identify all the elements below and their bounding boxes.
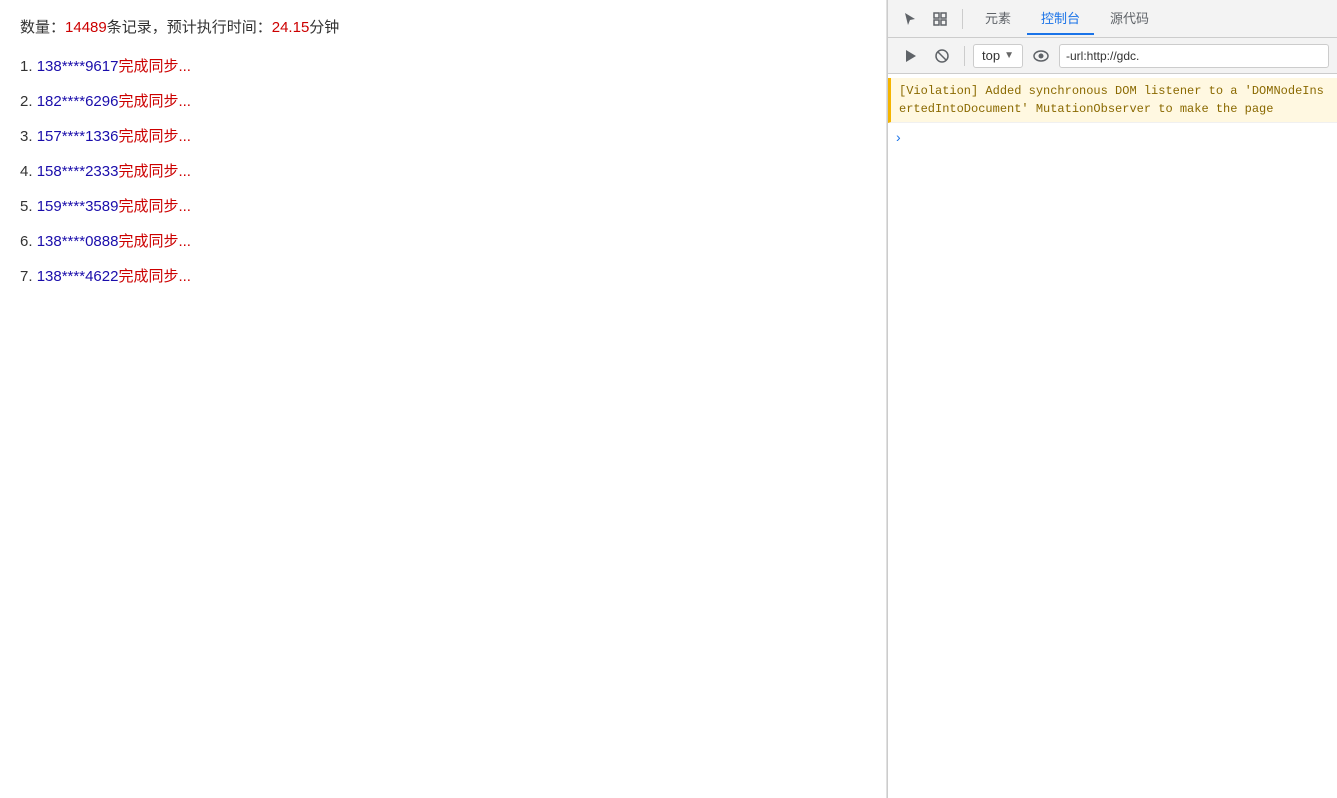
item-number-3: 3. — [20, 128, 37, 145]
stats-count: 14489 — [65, 19, 107, 36]
chevron-down-icon: ▼ — [1004, 50, 1014, 61]
stats-line: 数量：14489条记录，预计执行时间：24.15分钟 — [20, 16, 866, 37]
item-number-2: 2. — [20, 93, 37, 110]
eye-icon[interactable] — [1027, 42, 1055, 70]
item-status-1: 完成同步... — [118, 58, 191, 75]
toolbar-divider-1 — [964, 46, 965, 66]
console-expand-row[interactable]: › — [888, 123, 1337, 151]
sync-list: 1. 138****9617完成同步... 2. 182****6296完成同步… — [20, 55, 866, 286]
devtools-toolbar: top ▼ — [888, 38, 1337, 74]
item-status-2: 完成同步... — [118, 93, 191, 110]
tab-elements[interactable]: 元素 — [971, 2, 1025, 35]
item-number-6: 6. — [20, 233, 37, 250]
item-phone-7: 138****4622 — [37, 268, 119, 285]
item-status-5: 完成同步... — [118, 198, 191, 215]
item-status-6: 完成同步... — [118, 233, 191, 250]
tab-console[interactable]: 控制台 — [1027, 2, 1094, 35]
context-selector[interactable]: top ▼ — [973, 44, 1023, 68]
item-number-5: 5. — [20, 198, 37, 215]
context-label: top — [982, 48, 1000, 63]
item-number-7: 7. — [20, 268, 37, 285]
tab-sources[interactable]: 源代码 — [1096, 2, 1163, 35]
violation-text: [Violation] Added synchronous DOM listen… — [899, 82, 1329, 118]
console-content: [Violation] Added synchronous DOM listen… — [888, 74, 1337, 798]
item-number-1: 1. — [20, 58, 37, 75]
item-number-4: 4. — [20, 163, 37, 180]
item-phone-2: 182****6296 — [37, 93, 119, 110]
devtools-tabs-bar: 元素 控制台 源代码 — [888, 0, 1337, 38]
item-status-3: 完成同步... — [118, 128, 191, 145]
list-item: 3. 157****1336完成同步... — [20, 125, 866, 146]
tab-divider-1 — [962, 9, 963, 29]
item-phone-4: 158****2333 — [37, 163, 119, 180]
list-item: 2. 182****6296完成同步... — [20, 90, 866, 111]
list-item: 5. 159****3589完成同步... — [20, 195, 866, 216]
list-item: 6. 138****0888完成同步... — [20, 230, 866, 251]
stats-prefix: 数量： — [20, 19, 65, 36]
block-icon[interactable] — [928, 42, 956, 70]
stats-time-unit: 分钟 — [309, 19, 339, 36]
filter-input[interactable] — [1059, 44, 1329, 68]
console-violation-message: [Violation] Added synchronous DOM listen… — [888, 78, 1337, 123]
stats-time: 24.15 — [272, 19, 310, 36]
list-item: 1. 138****9617完成同步... — [20, 55, 866, 76]
item-phone-5: 159****3589 — [37, 198, 119, 215]
expand-arrow-icon[interactable]: › — [896, 129, 901, 145]
item-status-7: 完成同步... — [118, 268, 191, 285]
stats-unit: 条记录，预计执行时间： — [107, 19, 272, 36]
item-phone-3: 157****1336 — [37, 128, 119, 145]
play-icon[interactable] — [896, 42, 924, 70]
item-status-4: 完成同步... — [118, 163, 191, 180]
item-phone-1: 138****9617 — [37, 58, 119, 75]
inspect-icon[interactable] — [926, 5, 954, 33]
main-panel: 数量：14489条记录，预计执行时间：24.15分钟 1. 138****961… — [0, 0, 887, 798]
item-phone-6: 138****0888 — [37, 233, 119, 250]
devtools-panel: 元素 控制台 源代码 top ▼ — [887, 0, 1337, 798]
list-item: 4. 158****2333完成同步... — [20, 160, 866, 181]
list-item: 7. 138****4622完成同步... — [20, 265, 866, 286]
cursor-icon[interactable] — [896, 5, 924, 33]
